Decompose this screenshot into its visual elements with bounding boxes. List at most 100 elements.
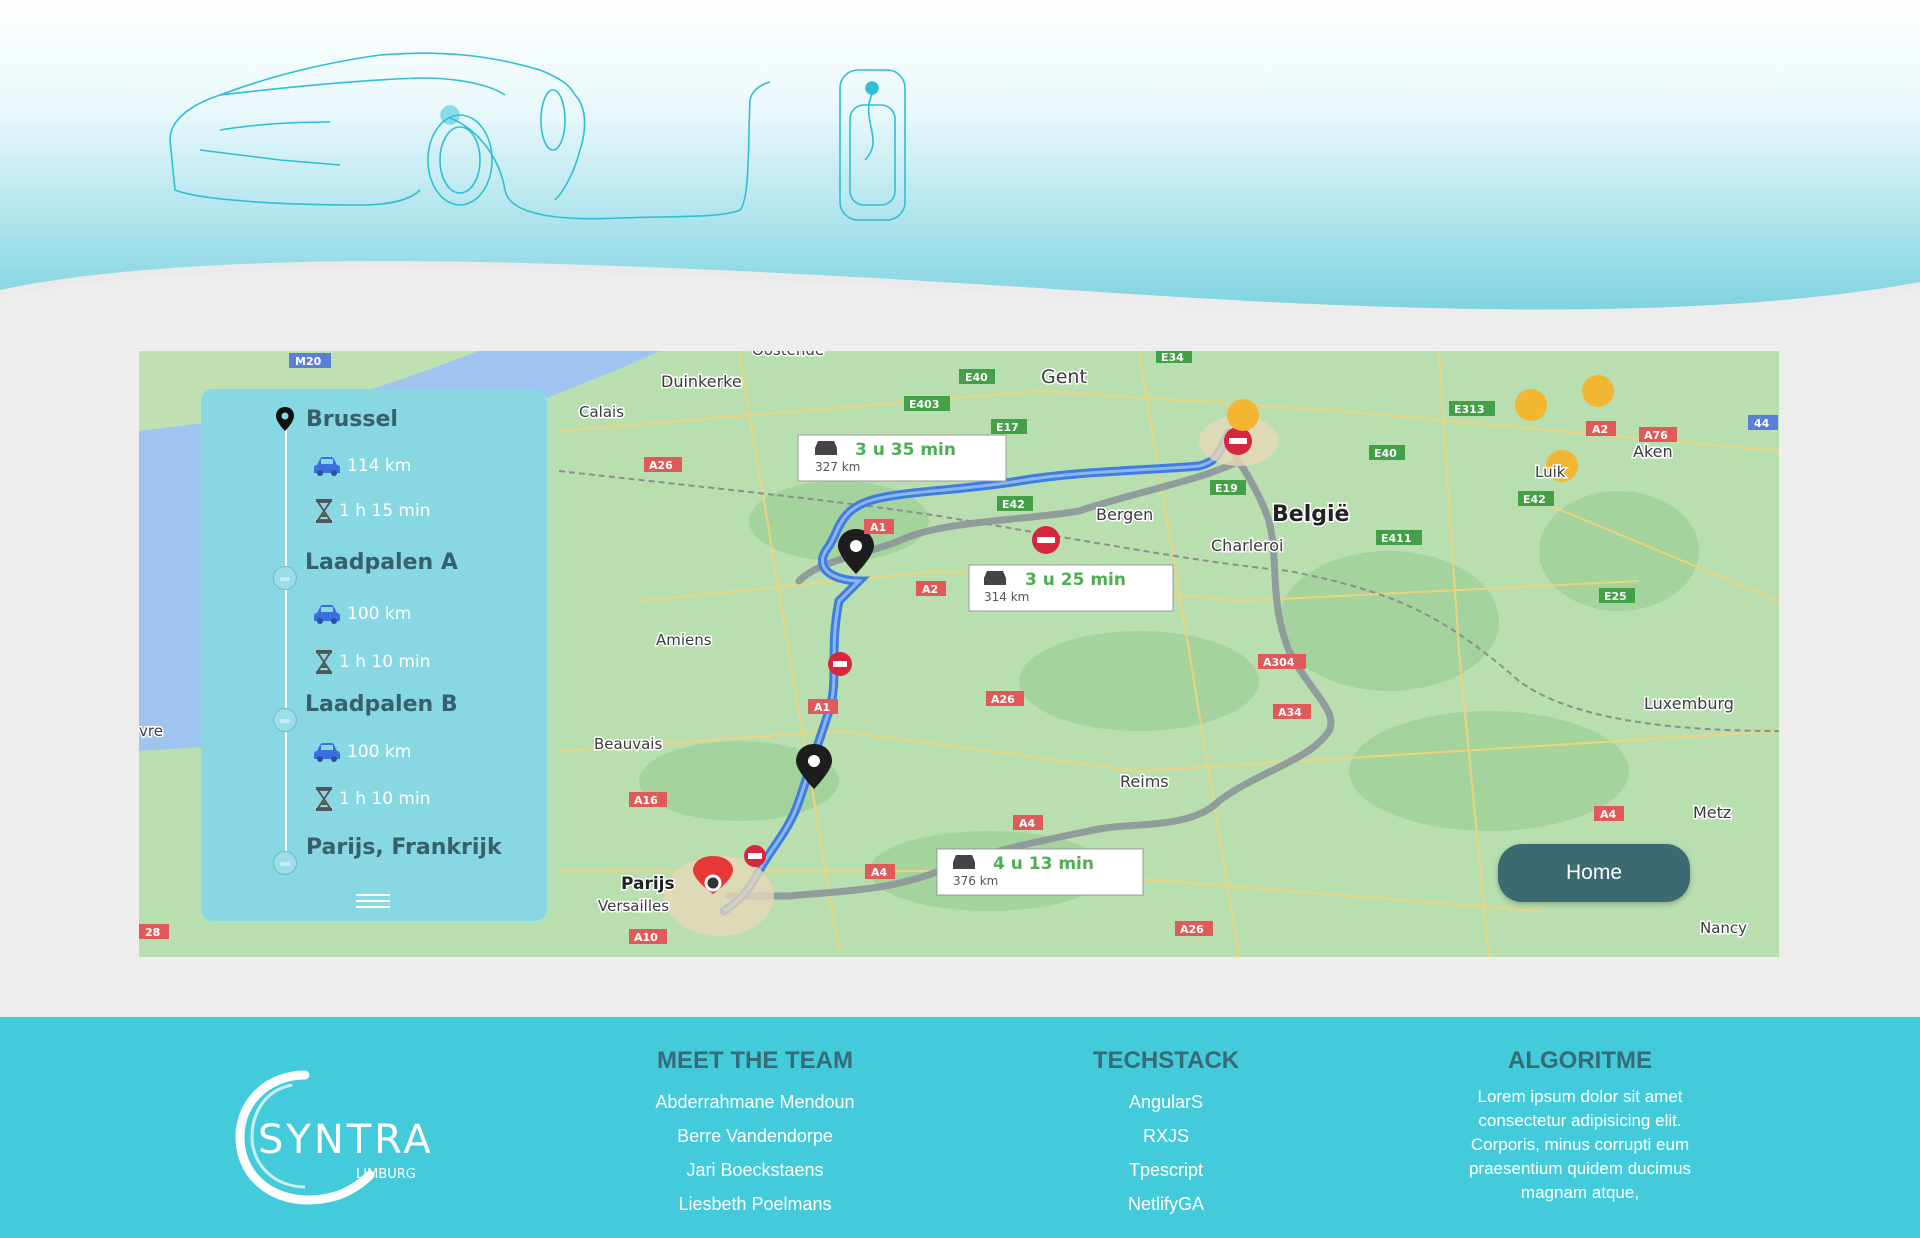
svg-text:E42: E42 (1002, 498, 1025, 511)
svg-text:Duinkerke: Duinkerke (661, 372, 742, 391)
svg-text:A26: A26 (1180, 923, 1204, 936)
svg-text:E42: E42 (1523, 493, 1546, 506)
svg-text:E34: E34 (1161, 351, 1184, 364)
leg-duration-text: 1 h 15 min (339, 501, 431, 521)
svg-text:A76: A76 (1644, 429, 1668, 442)
algoritme-column: ALGORITME Lorem ipsum dolor sit amet con… (1455, 1047, 1705, 1205)
svg-text:A2: A2 (1592, 423, 1608, 436)
charger-dot-icon (273, 851, 297, 875)
car-icon (314, 743, 340, 762)
svg-text:België: België (1272, 502, 1349, 527)
svg-text:A4: A4 (1600, 808, 1617, 821)
car-charging-illustration (169, 52, 906, 221)
svg-text:Metz: Metz (1693, 803, 1731, 822)
svg-text:A26: A26 (649, 459, 673, 472)
svg-text:E411: E411 (1381, 532, 1411, 545)
techstack-column: TECHSTACK AngularS RXJS Tpescript Netlif… (1066, 1047, 1266, 1221)
car-icon (314, 457, 340, 476)
techstack-item: AngularS (1128, 1092, 1204, 1112)
route-panel: Brussel 114 km 1 h 15 min Laadpalen A 10… (201, 389, 547, 921)
svg-text:A1: A1 (814, 701, 830, 714)
svg-text:A10: A10 (634, 931, 658, 944)
svg-text:A26: A26 (991, 693, 1015, 706)
stop-destination: Parijs, Frankrijk (306, 835, 502, 860)
map-pin-icon (276, 407, 294, 431)
svg-text:Luxemburg: Luxemburg (1644, 694, 1734, 713)
leg-duration: 1 h 15 min (315, 499, 431, 523)
logo-text: SYNTRA (258, 1117, 434, 1163)
techstack-item: Tpescript (1128, 1160, 1204, 1180)
team-member: Abderrahmane Mendoun (655, 1092, 855, 1112)
footer: SYNTRA LIMBURG MEET THE TEAM Abderrahman… (0, 1017, 1920, 1238)
svg-text:376 km: 376 km (953, 874, 998, 888)
svg-text:A4: A4 (1019, 817, 1036, 830)
stop-laadpalen-a: Laadpalen A (305, 550, 458, 575)
stop-start: Brussel (306, 407, 398, 432)
route-timeline (285, 425, 287, 869)
svg-text:M20: M20 (295, 355, 322, 368)
home-button[interactable]: Home (1498, 844, 1690, 902)
svg-text:Gent: Gent (1041, 366, 1087, 388)
leg-distance: 100 km (313, 742, 411, 762)
leg-duration: 1 h 10 min (315, 650, 431, 674)
svg-text:vre: vre (139, 722, 163, 740)
techstack-title: TECHSTACK (1092, 1047, 1240, 1074)
svg-text:A1: A1 (870, 521, 886, 534)
leg-distance: 114 km (313, 456, 411, 476)
svg-text:E313: E313 (1454, 403, 1484, 416)
svg-text:E40: E40 (1374, 447, 1397, 460)
logo-subtext: LIMBURG (356, 1167, 416, 1182)
svg-text:E19: E19 (1215, 482, 1238, 495)
techstack-item: RXJS (1142, 1126, 1189, 1146)
svg-text:Nancy: Nancy (1700, 919, 1747, 937)
svg-text:Amiens: Amiens (656, 631, 712, 649)
svg-text:44: 44 (1754, 417, 1770, 430)
hourglass-icon (316, 650, 332, 674)
team-column: MEET THE TEAM Abderrahmane Mendoun Berre… (615, 1047, 895, 1221)
svg-text:3 u 35 min: 3 u 35 min (855, 440, 956, 460)
header-banner (0, 0, 1920, 330)
team-member: Liesbeth Poelmans (678, 1194, 832, 1214)
svg-text:A2: A2 (922, 583, 938, 596)
leg-distance-text: 100 km (347, 604, 412, 624)
svg-text:Luik: Luik (1535, 463, 1566, 481)
leg-distance: 100 km (313, 604, 411, 624)
svg-text:A34: A34 (1278, 706, 1302, 719)
svg-text:A304: A304 (1263, 656, 1295, 669)
svg-text:327 km: 327 km (815, 460, 860, 474)
place-label: Oostende (752, 351, 824, 359)
leg-duration-text: 1 h 10 min (339, 789, 431, 809)
svg-text:28: 28 (145, 926, 160, 939)
menu-icon[interactable] (356, 894, 390, 912)
svg-text:E40: E40 (965, 371, 988, 384)
leg-duration: 1 h 10 min (315, 787, 431, 811)
svg-text:A4: A4 (871, 866, 888, 879)
syntra-logo[interactable]: SYNTRA LIMBURG (230, 1065, 450, 1205)
svg-text:Calais: Calais (579, 403, 624, 421)
leg-distance-text: 100 km (347, 742, 412, 762)
leg-distance-text: 114 km (347, 456, 412, 476)
hourglass-icon (316, 787, 332, 811)
leg-duration-text: 1 h 10 min (339, 652, 431, 672)
svg-text:Charleroi: Charleroi (1211, 536, 1283, 555)
svg-text:4 u 13 min: 4 u 13 min (993, 854, 1094, 874)
team-member: Jari Boeckstaens (686, 1160, 824, 1180)
svg-text:Reims: Reims (1120, 772, 1169, 791)
svg-text:314 km: 314 km (984, 590, 1029, 604)
team-title: MEET THE TEAM (657, 1047, 853, 1074)
svg-text:E17: E17 (996, 421, 1019, 434)
techstack-item: NetlifyGA (1127, 1194, 1205, 1214)
svg-text:Parijs: Parijs (621, 874, 675, 894)
algoritme-title: ALGORITME (1508, 1047, 1652, 1074)
charger-dot-icon (273, 566, 297, 590)
team-member: Berre Vandendorpe (677, 1126, 833, 1146)
svg-text:3 u 25 min: 3 u 25 min (1025, 570, 1126, 590)
hourglass-icon (316, 499, 332, 523)
charger-dot-icon (273, 708, 297, 732)
svg-text:Beauvais: Beauvais (594, 735, 662, 753)
svg-text:Bergen: Bergen (1096, 505, 1153, 524)
stop-laadpalen-b: Laadpalen B (305, 692, 458, 717)
svg-text:E403: E403 (909, 398, 939, 411)
algoritme-text: Lorem ipsum dolor sit amet consectetur a… (1468, 1087, 1692, 1202)
svg-text:Versailles: Versailles (598, 897, 669, 915)
